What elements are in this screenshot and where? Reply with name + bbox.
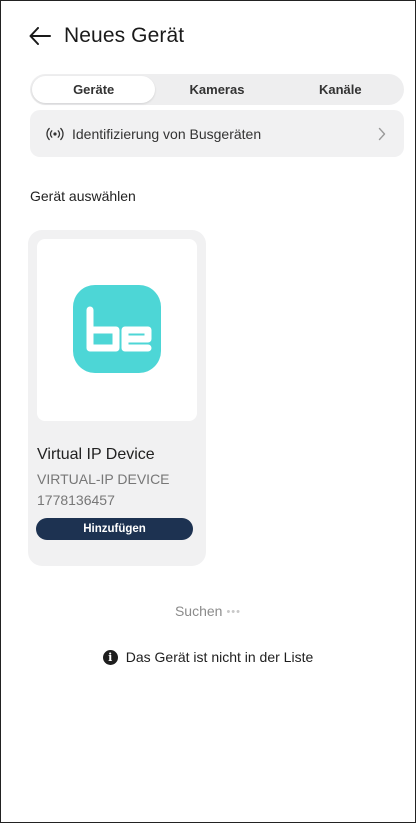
device-serial: 1778136457 (37, 492, 115, 508)
bus-identification-row[interactable]: Identifizierung von Busgeräten (30, 110, 404, 157)
device-image (37, 239, 197, 421)
info-icon: i (102, 649, 118, 665)
device-card[interactable]: Virtual IP Device VIRTUAL-IP DEVICE 1778… (28, 230, 206, 566)
bus-identification-label: Identifizierung von Busgeräten (72, 125, 262, 142)
device-type: VIRTUAL-IP DEVICE (37, 471, 170, 487)
tab-cameras[interactable]: Kameras (155, 76, 278, 103)
page-title: Neues Gerät (64, 24, 185, 47)
device-name: Virtual IP Device (37, 446, 155, 463)
add-device-button[interactable]: Hinzufügen (36, 518, 193, 540)
tab-devices[interactable]: Geräte (32, 76, 156, 103)
chevron-right-icon (378, 127, 388, 141)
device-not-listed-link[interactable]: i Das Gerät ist nicht in der Liste (0, 649, 416, 665)
search-status: Suchen ••• (0, 603, 416, 619)
tab-channels[interactable]: Kanäle (279, 76, 402, 103)
header: Neues Gerät (28, 22, 184, 50)
loading-dots-icon: ••• (226, 606, 242, 619)
search-label: Suchen (174, 603, 223, 619)
back-arrow-icon[interactable] (28, 24, 52, 48)
device-not-listed-label: Das Gerät ist nicht in der Liste (125, 649, 314, 665)
broadcast-icon (46, 127, 64, 141)
tab-bar: Geräte Kameras Kanäle (30, 74, 404, 105)
section-title: Gerät auswählen (30, 188, 136, 204)
be-logo-icon (73, 285, 161, 373)
